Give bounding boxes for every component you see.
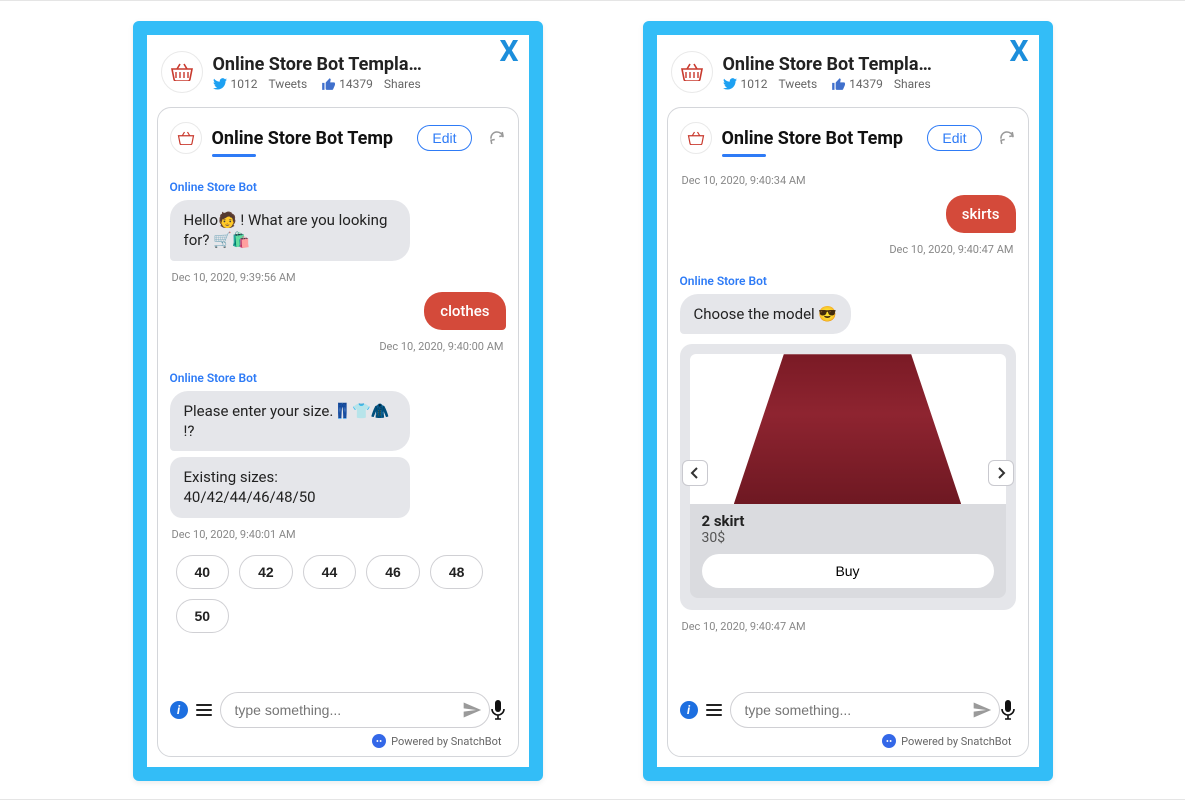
product-title: 2 skirt <box>702 512 994 530</box>
buy-button[interactable]: Buy <box>702 554 994 588</box>
basket-icon <box>170 63 194 81</box>
menu-icon[interactable] <box>196 704 212 716</box>
bot-avatar <box>161 51 203 93</box>
refresh-icon[interactable] <box>488 129 506 147</box>
carousel-next-button[interactable] <box>988 460 1014 486</box>
size-chip[interactable]: 44 <box>303 555 357 589</box>
product-carousel: 2 skirt 30$ Buy <box>680 344 1016 610</box>
chat-window-left: X Online Store Bot Templa… 1012 Tweets 1… <box>133 21 543 781</box>
menu-icon[interactable] <box>706 704 722 716</box>
chat-card: Online Store Bot Temp Edit Dec 10, 2020,… <box>667 107 1029 757</box>
chevron-right-icon <box>996 467 1006 479</box>
bot-avatar <box>671 51 713 93</box>
card-title: Online Store Bot Temp <box>722 128 918 149</box>
product-info: 2 skirt 30$ Buy <box>690 504 1006 598</box>
timestamp: Dec 10, 2020, 9:40:00 AM <box>170 340 504 353</box>
powered-by: Powered by SnatchBot <box>158 732 518 756</box>
bot-message: Existing sizes: 40/42/44/46/48/50 <box>170 457 410 518</box>
product-price: 30$ <box>702 530 994 546</box>
size-chip[interactable]: 48 <box>430 555 484 589</box>
chat-header: Online Store Bot Templa… 1012 Tweets 143… <box>657 35 1039 99</box>
size-chip[interactable]: 42 <box>239 555 293 589</box>
thumbs-up-icon <box>321 77 335 90</box>
mic-icon[interactable] <box>1000 700 1016 720</box>
composer-row: i <box>158 682 518 732</box>
product-image <box>734 354 962 504</box>
size-chip[interactable]: 50 <box>176 599 230 633</box>
timestamp: Dec 10, 2020, 9:40:47 AM <box>680 243 1014 256</box>
card-avatar <box>170 122 202 154</box>
user-message: clothes <box>424 292 505 330</box>
header-title: Online Store Bot Templa… <box>723 54 932 75</box>
size-chip[interactable]: 46 <box>366 555 420 589</box>
edit-button[interactable]: Edit <box>927 125 981 151</box>
info-icon[interactable]: i <box>680 701 698 719</box>
bot-message: Hello🧑 ! What are you looking for? 🛒🛍️ <box>170 200 410 261</box>
shares-stat: 14379 Shares <box>831 77 931 91</box>
bot-message: Choose the model 😎 <box>680 294 852 334</box>
chevron-left-icon <box>690 467 700 479</box>
basket-icon <box>680 63 704 81</box>
timestamp: Dec 10, 2020, 9:40:47 AM <box>682 620 1016 633</box>
bot-name-label: Online Store Bot <box>170 180 506 194</box>
snatchbot-icon <box>882 734 896 748</box>
close-icon[interactable]: X <box>499 37 518 67</box>
bot-name-label: Online Store Bot <box>680 274 1016 288</box>
tweets-stat: 1012 Tweets <box>213 77 308 91</box>
basket-icon <box>177 131 195 145</box>
snatchbot-icon <box>372 734 386 748</box>
basket-icon <box>687 131 705 145</box>
bot-message: Please enter your size.👖👕🧥 !? <box>170 391 410 452</box>
shares-stat: 14379 Shares <box>321 77 421 91</box>
mic-icon[interactable] <box>490 700 506 720</box>
timestamp: Dec 10, 2020, 9:40:34 AM <box>682 174 1016 187</box>
edit-button[interactable]: Edit <box>417 125 471 151</box>
card-avatar <box>680 122 712 154</box>
size-chip[interactable]: 40 <box>176 555 230 589</box>
timestamp: Dec 10, 2020, 9:40:01 AM <box>172 528 506 541</box>
header-title: Online Store Bot Templa… <box>213 54 422 75</box>
chat-header: Online Store Bot Templa… 1012 Tweets 143… <box>147 35 529 99</box>
user-message: skirts <box>946 195 1016 233</box>
send-icon[interactable] <box>462 700 482 720</box>
close-icon[interactable]: X <box>1009 37 1028 67</box>
card-title: Online Store Bot Temp <box>212 128 408 149</box>
message-input[interactable] <box>220 692 490 728</box>
carousel-prev-button[interactable] <box>682 460 708 486</box>
tweets-stat: 1012 Tweets <box>723 77 818 91</box>
info-icon[interactable]: i <box>170 701 188 719</box>
chat-card: Online Store Bot Temp Edit Online Store … <box>157 107 519 757</box>
composer-row: i <box>668 682 1028 732</box>
thumbs-up-icon <box>831 77 845 90</box>
send-icon[interactable] <box>972 700 992 720</box>
refresh-icon[interactable] <box>998 129 1016 147</box>
chat-window-right: X Online Store Bot Templa… 1012 Tweets 1… <box>643 21 1053 781</box>
bot-name-label: Online Store Bot <box>170 371 506 385</box>
timestamp: Dec 10, 2020, 9:39:56 AM <box>172 271 506 284</box>
message-input[interactable] <box>730 692 1000 728</box>
size-chips: 40 42 44 46 48 50 <box>170 555 506 633</box>
powered-by: Powered by SnatchBot <box>668 732 1028 756</box>
twitter-icon <box>723 78 737 90</box>
twitter-icon <box>213 78 227 90</box>
